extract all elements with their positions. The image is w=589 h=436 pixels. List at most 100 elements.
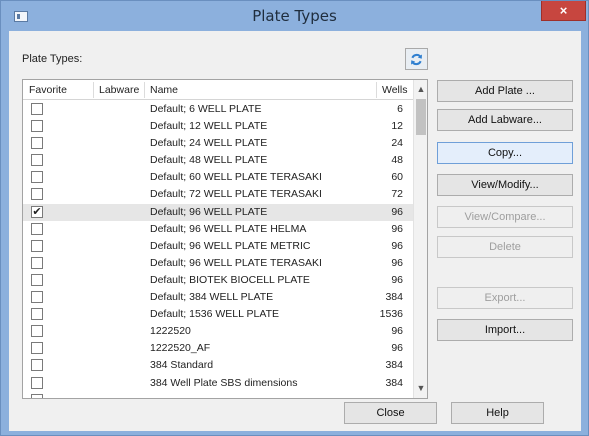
- favorite-checkbox[interactable]: [31, 103, 43, 115]
- copy-button[interactable]: Copy...: [437, 142, 573, 164]
- title-bar[interactable]: Plate Types ×: [1, 1, 588, 31]
- plate-name-cell: 1222520: [150, 325, 191, 338]
- column-divider[interactable]: [144, 82, 145, 98]
- plate-name-cell: 384 Well Plate SBS dimensions: [150, 376, 298, 389]
- favorite-checkbox[interactable]: [31, 342, 43, 355]
- table-row[interactable]: Default; 96 WELL PLATE METRIC 96: [23, 238, 413, 255]
- column-divider[interactable]: [376, 82, 377, 98]
- column-header-wells[interactable]: Wells: [382, 84, 407, 96]
- wells-cell: 96: [391, 273, 403, 286]
- table-row[interactable]: Default; 12 WELL PLATE 12: [23, 118, 413, 135]
- favorite-checkbox[interactable]: [31, 239, 43, 252]
- wells-cell: 96: [391, 342, 403, 355]
- plate-name-cell: Default; 384 WELL PLATE: [150, 291, 274, 304]
- table-row[interactable]: ✔ Default; 96 WELL PLATE 96: [23, 203, 413, 221]
- wells-cell: 1536: [379, 308, 403, 321]
- add-plate-button[interactable]: Add Plate ...: [437, 80, 573, 102]
- export-button[interactable]: Export...: [437, 287, 573, 309]
- column-divider[interactable]: [93, 82, 94, 98]
- table-row[interactable]: 384 Well Plate SBS dimensions 384: [23, 375, 413, 392]
- wells-cell: 384: [385, 376, 403, 389]
- favorite-checkbox-checked[interactable]: ✔: [31, 204, 43, 218]
- favorite-checkbox[interactable]: [31, 291, 43, 304]
- view-compare-button[interactable]: View/Compare...: [437, 206, 573, 228]
- list-rows: Default; 6 WELL PLATE 6 Default; 12 WELL P…: [23, 101, 413, 398]
- favorite-checkbox[interactable]: [31, 137, 43, 150]
- table-row[interactable]: Default; 60 WELL PLATE TERASAKI 60: [23, 169, 413, 186]
- table-row[interactable]: [23, 392, 413, 398]
- wells-cell: 96: [391, 256, 403, 269]
- view-modify-button[interactable]: View/Modify...: [437, 174, 573, 196]
- column-header-favorite[interactable]: Favorite: [29, 84, 67, 96]
- favorite-checkbox[interactable]: [31, 359, 43, 372]
- table-row[interactable]: Default; 72 WELL PLATE TERASAKI 72: [23, 186, 413, 203]
- favorite-checkbox[interactable]: [31, 188, 43, 201]
- favorite-checkbox[interactable]: [31, 222, 43, 235]
- column-header-labware[interactable]: Labware: [99, 84, 139, 96]
- refresh-button[interactable]: [405, 48, 428, 70]
- wells-cell: 6: [397, 103, 403, 115]
- wells-cell: 384: [385, 359, 403, 372]
- table-row[interactable]: Default; 1536 WELL PLATE 1536: [23, 306, 413, 323]
- scroll-up-arrow-icon[interactable]: ▲: [414, 82, 427, 97]
- plate-types-label: Plate Types:: [22, 53, 83, 65]
- close-window-button[interactable]: ×: [541, 1, 586, 21]
- table-row[interactable]: Default; 384 WELL PLATE 384: [23, 289, 413, 306]
- wells-cell: 72: [391, 188, 403, 201]
- plate-name-cell: Default; 1536 WELL PLATE: [150, 308, 279, 321]
- wells-cell: 48: [391, 154, 403, 167]
- plate-name-cell: Default; 96 WELL PLATE HELMA: [150, 222, 307, 235]
- favorite-checkbox[interactable]: [31, 273, 43, 286]
- table-row[interactable]: 1222520 96: [23, 323, 413, 340]
- plate-name-cell: Default; 72 WELL PLATE TERASAKI: [150, 188, 322, 201]
- scrollbar-thumb[interactable]: [416, 99, 426, 135]
- favorite-checkbox[interactable]: [31, 376, 43, 389]
- favorite-checkbox[interactable]: [31, 171, 43, 184]
- wells-cell: 96: [391, 205, 403, 218]
- table-row[interactable]: 384 Standard 384: [23, 357, 413, 374]
- delete-button[interactable]: Delete: [437, 236, 573, 258]
- table-row[interactable]: Default; 6 WELL PLATE 6: [23, 101, 413, 118]
- table-row[interactable]: Default; 96 WELL PLATE TERASAKI 96: [23, 255, 413, 272]
- table-row[interactable]: 1222520_AF 96: [23, 340, 413, 357]
- plate-name-cell: Default; BIOTEK BIOCELL PLATE: [150, 273, 310, 286]
- table-row[interactable]: Default; 24 WELL PLATE 24: [23, 135, 413, 152]
- plate-types-list[interactable]: Favorite Labware Name Wells Default; 6 W…: [22, 79, 428, 399]
- wells-cell: 384: [385, 291, 403, 304]
- wells-cell: 96: [391, 222, 403, 235]
- favorite-checkbox[interactable]: [31, 154, 43, 167]
- table-row[interactable]: Default; 48 WELL PLATE 48: [23, 152, 413, 169]
- checkmark-icon: ✔: [32, 204, 42, 218]
- plate-name-cell: Default; 24 WELL PLATE: [150, 137, 268, 150]
- plate-types-window: Plate Types × Plate Types: Favorite Labw…: [0, 0, 589, 436]
- plate-name-cell: Default; 12 WELL PLATE: [150, 120, 268, 133]
- wells-cell: 96: [391, 239, 403, 252]
- help-button[interactable]: Help: [451, 402, 544, 424]
- favorite-checkbox[interactable]: [31, 256, 43, 269]
- vertical-scrollbar[interactable]: ▲ ▼: [413, 80, 427, 398]
- close-button[interactable]: Close: [344, 402, 437, 424]
- wells-cell: 60: [391, 171, 403, 184]
- plate-name-cell: Default; 6 WELL PLATE: [150, 103, 262, 115]
- refresh-icon: [411, 53, 422, 65]
- plate-name-cell: Default; 96 WELL PLATE METRIC: [150, 239, 311, 252]
- plate-name-cell: Default; 96 WELL PLATE: [150, 205, 268, 218]
- favorite-checkbox[interactable]: [31, 325, 43, 338]
- column-header-name[interactable]: Name: [150, 84, 178, 96]
- plate-name-cell: Default; 48 WELL PLATE: [150, 154, 268, 167]
- scroll-down-arrow-icon[interactable]: ▼: [414, 381, 427, 396]
- plate-name-cell: Default; 60 WELL PLATE TERASAKI: [150, 171, 322, 184]
- wells-cell: 96: [391, 325, 403, 338]
- wells-cell: 24: [391, 137, 403, 150]
- import-button[interactable]: Import...: [437, 319, 573, 341]
- dialog-body: Plate Types: Favorite Labware Name Wells…: [9, 31, 581, 431]
- plate-name-cell: Default; 96 WELL PLATE TERASAKI: [150, 256, 322, 269]
- favorite-checkbox[interactable]: [31, 393, 43, 398]
- plate-name-cell: 1222520_AF: [150, 342, 211, 355]
- favorite-checkbox[interactable]: [31, 120, 43, 133]
- favorite-checkbox[interactable]: [31, 308, 43, 321]
- table-row[interactable]: Default; BIOTEK BIOCELL PLATE 96: [23, 272, 413, 289]
- add-labware-button[interactable]: Add Labware...: [437, 109, 573, 131]
- table-row[interactable]: Default; 96 WELL PLATE HELMA 96: [23, 221, 413, 238]
- list-header: Favorite Labware Name Wells: [23, 80, 413, 100]
